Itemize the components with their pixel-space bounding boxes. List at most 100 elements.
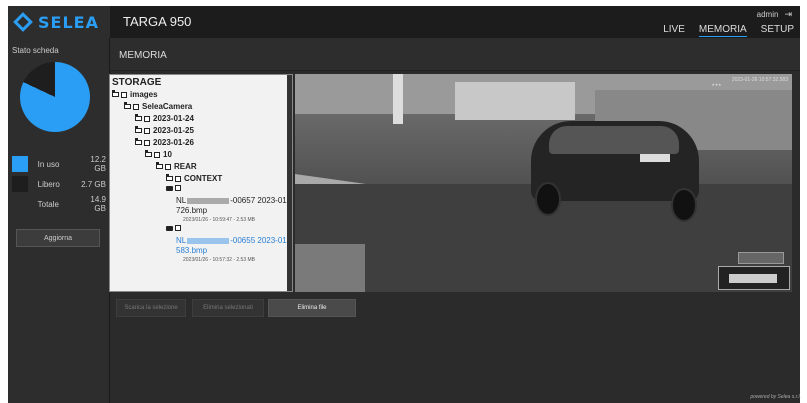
storage-status-title: Stato scheda	[12, 46, 59, 55]
tree-node-rear[interactable]: REAR	[156, 162, 197, 171]
folder-icon	[135, 126, 142, 133]
user-area: admin ⇥	[757, 9, 792, 20]
legend-label: In uso	[37, 159, 60, 169]
image-preview: *** 2023-01-26 10:57:32.583	[295, 74, 792, 292]
header-bar: SELEA TARGA 950 admin ⇥ LIVE MEMORIA SET…	[8, 6, 800, 38]
file-name-prefix: NL	[176, 236, 187, 245]
tree-node-label: SeleaCamera	[142, 102, 193, 111]
plate-crop-thumbnail	[738, 252, 784, 264]
file-meta: 2023/01/26 - 10:59:47 - 2.53 MB	[183, 217, 255, 223]
file-item-selected[interactable]: NL -00655 2023-01-26 10	[176, 236, 292, 245]
tree-checkbox[interactable]	[144, 115, 150, 122]
tree-node-label: 10	[163, 150, 172, 159]
car-window	[549, 126, 679, 154]
section-bar: MEMORIA	[110, 38, 800, 71]
photo-timestamp: 2023-01-26 10:57:32.583	[731, 77, 788, 83]
username: admin	[756, 10, 779, 19]
tree-node-hour[interactable]: 10	[145, 150, 172, 159]
redacted-block	[187, 197, 230, 204]
tree-checkbox[interactable]	[133, 103, 139, 110]
download-selection-button[interactable]: Scarica la selezione	[116, 299, 186, 317]
sidebar: Stato scheda In uso 12.2 GB Libero 2.7 G…	[8, 38, 110, 403]
folder-icon	[135, 138, 142, 145]
tree-checkbox[interactable]	[175, 175, 181, 182]
file-tree: STORAGE images SeleaCamera 2023-01-24 20…	[109, 74, 293, 292]
license-plate-redacted	[640, 154, 670, 162]
gate-pillar	[393, 74, 403, 124]
nav-setup[interactable]: SETUP	[761, 24, 794, 37]
file-meta: 2023/01/26 - 10:57:32 - 2.53 MB	[183, 257, 255, 263]
car-wheel	[671, 188, 697, 222]
tree-checkbox[interactable]	[144, 127, 150, 134]
tree-node-images[interactable]: images	[112, 90, 158, 99]
folder-icon	[156, 162, 163, 169]
nav-memoria[interactable]: MEMORIA	[698, 24, 747, 37]
file-name-suffix: -00657 2023-01-26 10	[230, 196, 292, 205]
file-checkbox[interactable]	[175, 185, 181, 191]
legend-swatch-total	[12, 196, 28, 212]
legend-value: 12.2 GB	[90, 155, 106, 173]
tree-node-date[interactable]: 2023-01-24	[135, 114, 194, 123]
delete-selected-button[interactable]: Elimina selezionati	[192, 299, 264, 317]
storage-pie-chart	[20, 62, 90, 132]
nav-live[interactable]: LIVE	[663, 24, 685, 37]
foreground-wall	[295, 244, 365, 292]
legend-label: Totale	[37, 199, 59, 209]
tree-node-date[interactable]: 2023-01-26	[135, 138, 194, 147]
plate-zoom-thumbnail	[718, 266, 790, 290]
redacted-block	[187, 237, 230, 244]
tree-checkbox[interactable]	[165, 163, 171, 170]
file-item-controls	[166, 225, 184, 231]
legend-value: 14.9 GB	[90, 195, 106, 213]
main-nav: LIVE MEMORIA SETUP	[663, 24, 794, 37]
refresh-button[interactable]: Aggiorna	[16, 229, 100, 247]
folder-icon	[112, 90, 119, 97]
delete-file-button[interactable]: Elimina file	[268, 299, 356, 317]
diamond-logo-icon	[13, 12, 33, 32]
tree-node-label: images	[130, 90, 158, 99]
tree-root: STORAGE	[112, 77, 162, 88]
legend-swatch-free	[12, 176, 28, 192]
device-title: TARGA 950	[123, 14, 192, 29]
tree-checkbox[interactable]	[144, 139, 150, 146]
powered-by: powered by Selea s.r.l.	[750, 394, 801, 400]
folder-icon	[135, 114, 142, 121]
brand-logo: SELEA	[8, 6, 110, 38]
tree-node-date[interactable]: 2023-01-25	[135, 126, 194, 135]
tree-node-seleacamera[interactable]: SeleaCamera	[124, 102, 192, 111]
legend-value: 2.7 GB	[81, 179, 106, 189]
file-name-line2[interactable]: 726.bmp	[176, 206, 207, 215]
tree-node-context[interactable]: CONTEXT	[166, 174, 222, 183]
brand-name: SELEA	[38, 12, 99, 32]
camera-icon	[166, 185, 173, 191]
tree-node-label: 2023-01-26	[153, 138, 194, 147]
legend-row-free: Libero 2.7 GB	[12, 176, 106, 192]
file-item-controls	[166, 185, 184, 191]
tree-checkbox[interactable]	[121, 91, 127, 98]
section-title: MEMORIA	[119, 50, 167, 61]
legend-swatch-used	[12, 156, 28, 172]
tree-node-label: CONTEXT	[184, 174, 223, 183]
folder-icon	[166, 174, 173, 181]
tree-node-label: 2023-01-25	[153, 126, 194, 135]
legend-row-total: Totale 14.9 GB	[12, 195, 106, 213]
tree-scrollbar[interactable]	[287, 75, 292, 291]
folder-icon	[145, 150, 152, 157]
car-wheel	[535, 182, 561, 216]
legend-row-used: In uso 12.2 GB	[12, 155, 106, 173]
tree-node-label: REAR	[174, 162, 197, 171]
tree-checkbox[interactable]	[154, 151, 160, 158]
folder-icon	[124, 102, 131, 109]
file-item[interactable]: NL -00657 2023-01-26 10	[176, 196, 292, 205]
logout-icon[interactable]: ⇥	[784, 9, 792, 20]
file-checkbox[interactable]	[175, 225, 181, 231]
legend-label: Libero	[37, 179, 60, 189]
file-name-prefix: NL	[176, 196, 187, 205]
background-wall	[455, 82, 575, 120]
file-name-line2[interactable]: 583.bmp	[176, 246, 207, 255]
photo-overlay-dots: ***	[711, 84, 722, 90]
plate-zoom-redacted	[729, 274, 777, 283]
file-name-suffix: -00655 2023-01-26 10	[230, 236, 292, 245]
camera-icon	[166, 225, 173, 231]
tree-node-label: 2023-01-24	[153, 114, 194, 123]
